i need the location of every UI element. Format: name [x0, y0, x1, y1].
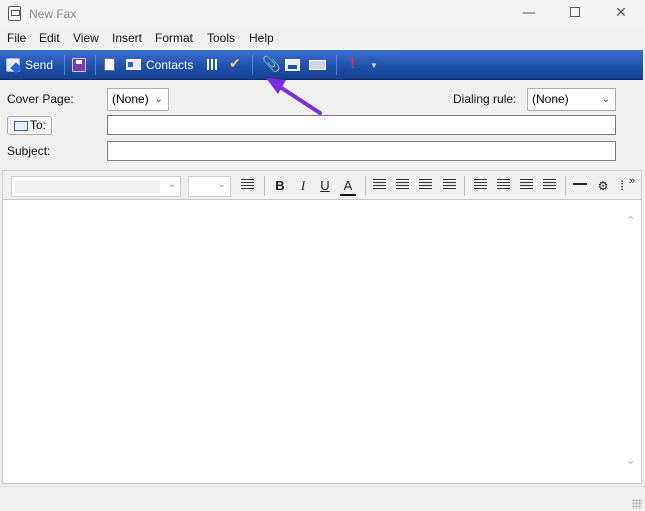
- align-right-icon[interactable]: [520, 179, 533, 191]
- toolbar-separator: [95, 55, 96, 75]
- maximize-icon: [570, 6, 580, 17]
- italic-button[interactable]: I: [296, 176, 310, 196]
- attach-file-button[interactable]: 📎: [262, 55, 281, 73]
- align-center-icon[interactable]: [497, 179, 510, 191]
- toolbar-separator: [464, 176, 465, 196]
- underline-button[interactable]: U: [318, 176, 332, 196]
- subject-label: Subject:: [7, 144, 51, 158]
- dialing-rule-label: Dialing rule:: [453, 92, 517, 106]
- chevron-down-icon: ⌄: [601, 94, 610, 105]
- priority-dropdown-icon[interactable]: ▼: [370, 61, 384, 75]
- message-editor[interactable]: [2, 199, 642, 484]
- scan-icon[interactable]: [309, 60, 326, 70]
- toolbar-grip-icon: ⁞: [620, 178, 624, 193]
- chevron-down-icon: ⌄: [154, 94, 163, 105]
- toolbar-separator: [336, 55, 337, 75]
- more-tools-icon[interactable]: »: [626, 171, 638, 191]
- priority-icon[interactable]: !: [350, 55, 364, 72]
- contacts-button[interactable]: Contacts: [146, 56, 193, 74]
- horizontal-line-icon[interactable]: [573, 183, 587, 185]
- insert-object-icon[interactable]: ⚙: [595, 176, 611, 196]
- toolbar-separator: [252, 55, 253, 75]
- toolbar-separator: [64, 55, 65, 75]
- to-field[interactable]: [107, 115, 616, 135]
- status-bar: [0, 486, 645, 511]
- paragraph-style-icon[interactable]: [241, 179, 254, 191]
- menu-tools[interactable]: Tools: [207, 31, 235, 45]
- font-color-button[interactable]: A: [340, 176, 356, 196]
- chevron-down-icon: ⌄: [217, 179, 226, 190]
- subject-field[interactable]: [107, 141, 616, 161]
- menu-bar: File Edit View Insert Format Tools Help: [0, 30, 645, 49]
- font-select[interactable]: ⌄: [11, 176, 181, 197]
- save-icon[interactable]: [72, 58, 86, 72]
- to-button[interactable]: To:: [7, 116, 52, 135]
- decrease-indent-icon[interactable]: [419, 179, 432, 191]
- to-button-label: To:: [30, 118, 47, 132]
- dialing-rule-select[interactable]: (None) ⌄: [527, 88, 616, 111]
- toolbar-separator: [264, 176, 265, 196]
- cover-page-select[interactable]: (None) ⌄: [107, 88, 169, 111]
- dialing-rule-value: (None): [532, 92, 569, 106]
- minimize-button[interactable]: —: [506, 0, 552, 28]
- insert-picture-icon[interactable]: [285, 59, 300, 71]
- toolbar-separator: [365, 176, 366, 196]
- font-value: [15, 180, 160, 193]
- menu-insert[interactable]: Insert: [112, 31, 142, 45]
- menu-format[interactable]: Format: [155, 31, 193, 45]
- justify-icon[interactable]: [543, 179, 556, 191]
- formatting-toolbar: ⌄ ⌄ B I U A ⚙ ⁞ »: [2, 170, 642, 199]
- send-icon: [6, 58, 20, 72]
- title-bar: New Fax — ✕: [0, 0, 645, 28]
- vertical-scrollbar[interactable]: ⌃ ⌄: [622, 200, 641, 483]
- address-book-icon[interactable]: [104, 58, 115, 71]
- menu-help[interactable]: Help: [249, 31, 274, 45]
- cover-page-value: (None): [112, 92, 149, 106]
- toolbar-separator: [565, 176, 566, 196]
- align-left-icon[interactable]: [474, 179, 487, 191]
- annotation-arrow-head: [266, 78, 286, 94]
- menu-view[interactable]: View: [73, 31, 99, 45]
- menu-edit[interactable]: Edit: [39, 31, 60, 45]
- address-card-icon: [14, 121, 28, 131]
- increase-indent-icon[interactable]: [443, 179, 456, 191]
- chevron-down-icon: ⌄: [167, 179, 176, 190]
- scroll-down-icon[interactable]: ⌄: [626, 454, 635, 467]
- main-toolbar: Send Contacts ✔ 📎 ! ▼: [0, 50, 643, 80]
- bulleted-list-icon[interactable]: [396, 179, 409, 191]
- close-button[interactable]: ✕: [598, 0, 644, 28]
- menu-file[interactable]: File: [7, 31, 26, 45]
- cover-page-label: Cover Page:: [7, 92, 74, 106]
- window-title: New Fax: [29, 7, 77, 21]
- scroll-up-icon[interactable]: ⌃: [626, 214, 635, 227]
- grid-icon[interactable]: [207, 59, 218, 70]
- send-button[interactable]: Send: [25, 56, 53, 74]
- fax-app-icon: [8, 6, 21, 21]
- numbered-list-icon[interactable]: [373, 179, 386, 191]
- spell-check-icon[interactable]: ✔: [229, 55, 243, 71]
- resize-grip-icon[interactable]: [632, 499, 642, 509]
- maximize-button[interactable]: [552, 0, 598, 28]
- font-size-select[interactable]: ⌄: [188, 176, 231, 197]
- bold-button[interactable]: B: [273, 176, 287, 196]
- contacts-icon: [126, 59, 141, 70]
- annotation-arrow-shaft: [278, 85, 322, 115]
